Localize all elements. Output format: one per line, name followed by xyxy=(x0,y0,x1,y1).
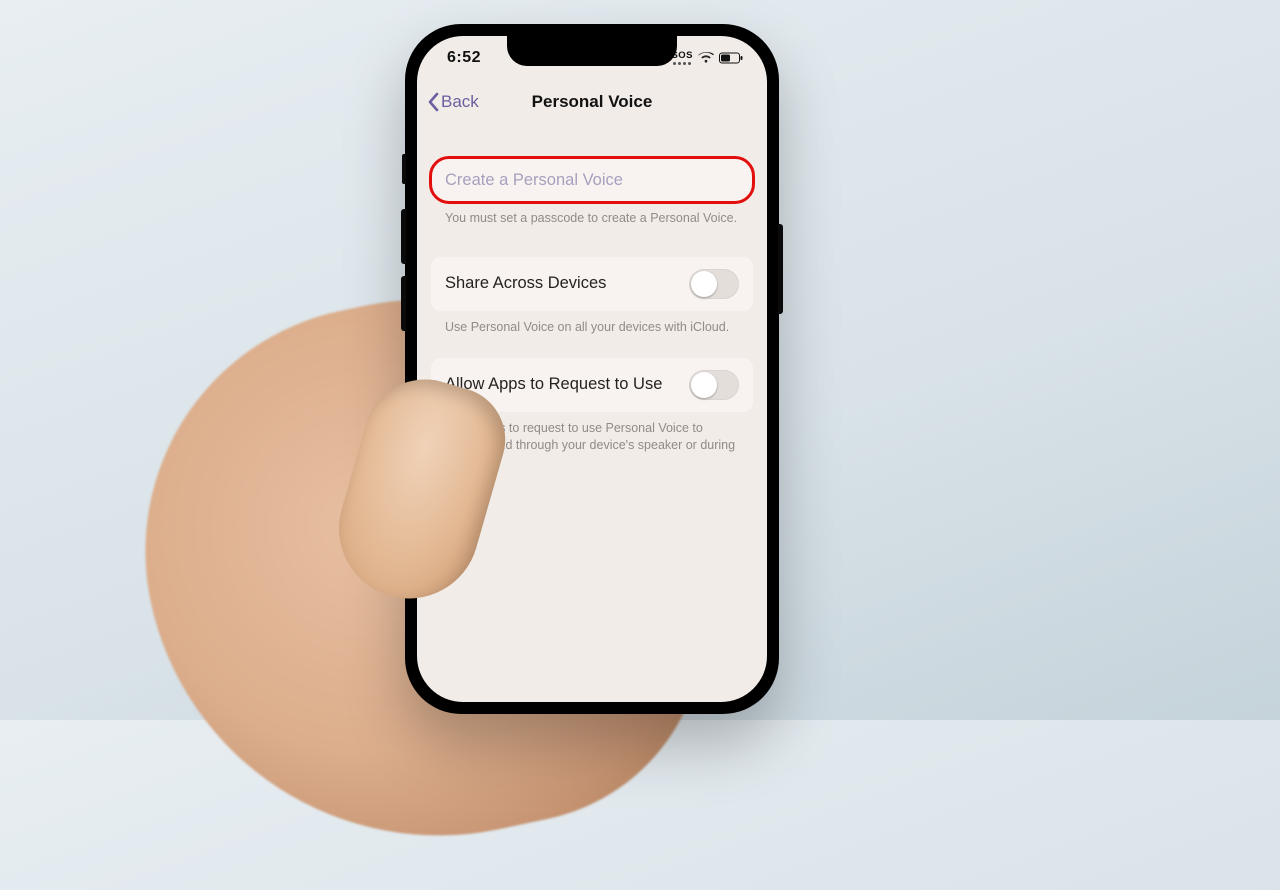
share-across-devices-row: Share Across Devices xyxy=(431,257,753,311)
allow-toggle[interactable] xyxy=(689,370,739,400)
phone-frame: 6:52 SOS xyxy=(405,24,779,714)
back-button[interactable]: Back xyxy=(427,92,479,112)
share-note: Use Personal Voice on all your devices w… xyxy=(431,311,753,336)
power-button xyxy=(778,224,783,314)
share-toggle[interactable] xyxy=(689,269,739,299)
chevron-left-icon xyxy=(427,92,439,112)
battery-icon xyxy=(719,52,743,64)
allow-label: Allow Apps to Request to Use xyxy=(445,375,662,394)
wifi-icon xyxy=(698,52,714,64)
volume-up-button xyxy=(401,209,406,264)
create-personal-voice-label: Create a Personal Voice xyxy=(445,171,623,190)
page-title: Personal Voice xyxy=(532,92,653,112)
create-note: You must set a passcode to create a Pers… xyxy=(431,202,753,227)
notch xyxy=(507,36,677,66)
volume-down-button xyxy=(401,276,406,331)
nav-bar: Back Personal Voice xyxy=(417,80,767,124)
phone-screen: 6:52 SOS xyxy=(417,36,767,702)
create-personal-voice-row[interactable]: Create a Personal Voice xyxy=(431,158,753,202)
mute-switch xyxy=(402,154,406,184)
status-time: 6:52 xyxy=(447,49,481,67)
back-label: Back xyxy=(441,92,479,112)
share-label: Share Across Devices xyxy=(445,274,606,293)
